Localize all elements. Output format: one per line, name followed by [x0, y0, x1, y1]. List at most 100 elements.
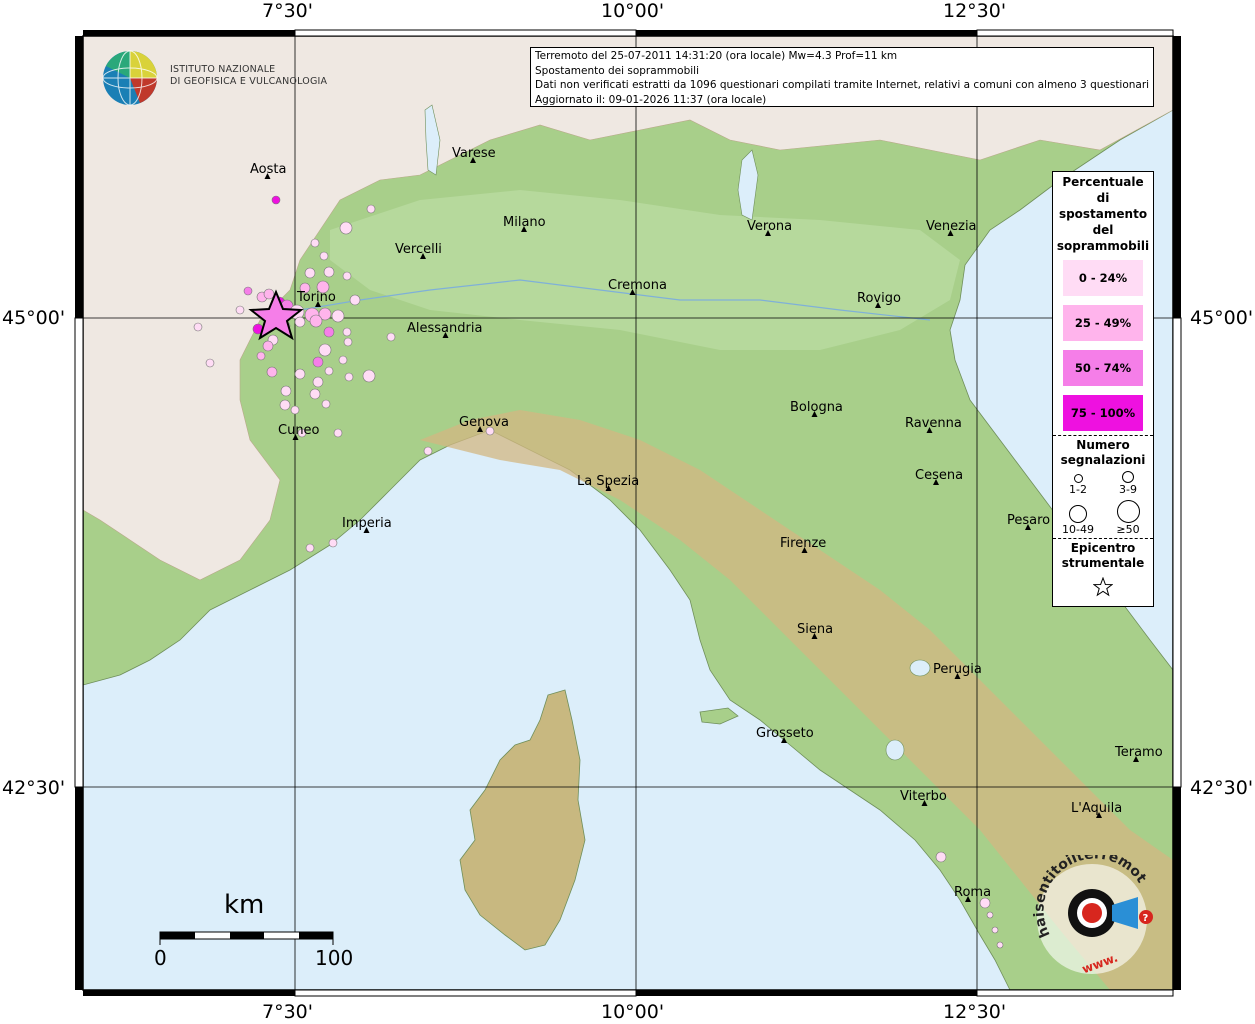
grid-label-right-1: 45°00' [1190, 307, 1254, 329]
city-label-rovigo: Rovigo [857, 291, 901, 306]
size-circle-xlarge [1116, 500, 1140, 523]
report-point [324, 366, 334, 376]
city-label-roma: Roma [954, 885, 992, 900]
lake-trasimeno [909, 659, 931, 677]
lake-bolsena [885, 739, 905, 761]
report-point [321, 399, 331, 409]
legend-epicenter-title-line: strumentale [1061, 556, 1145, 570]
legend-title-line: soprammobili [1056, 239, 1150, 253]
report-point [309, 314, 323, 328]
report-point [235, 305, 245, 315]
city-label-l-aquila: L'Aquila [1071, 801, 1123, 816]
size-circle-large [1069, 505, 1087, 523]
city-label-siena: Siena [797, 622, 834, 637]
city-label-varese: Varese [452, 146, 496, 161]
legend-title-line: del [1092, 223, 1114, 237]
legend-title-line: di [1096, 191, 1110, 205]
report-point [310, 238, 320, 248]
report-point [386, 332, 396, 342]
scale-bar-title: km [224, 890, 265, 920]
city-label-firenze: Firenze [780, 536, 827, 551]
report-point [290, 405, 300, 415]
grid-label-right-2: 42°30' [1190, 777, 1254, 799]
size-label: 1-2 [1069, 483, 1087, 496]
legend-class-label: 0 - 24% [1078, 271, 1128, 285]
report-point [349, 294, 361, 306]
scale-bar-min: 0 [154, 946, 167, 970]
city-label-bologna: Bologna [790, 400, 843, 415]
city-label-alessandria: Alessandria [407, 321, 483, 336]
grid-label-bottom-2: 10°00' [601, 1001, 665, 1023]
legend-epicenter-title: Epicentro strumentale [1053, 541, 1153, 571]
report-point [304, 267, 316, 279]
legend-panel: Percentuale di spostamento del soprammob… [1052, 171, 1154, 607]
legend-class-label: 25 - 49% [1074, 316, 1132, 330]
legend-count-title-line: Numero [1076, 438, 1130, 452]
city-label-aosta: Aosta [250, 162, 287, 177]
report-point [294, 368, 306, 380]
legend-title-line: Percentuale [1062, 175, 1144, 189]
report-point [312, 356, 324, 368]
report-point [312, 376, 324, 388]
size-circle-small [1073, 474, 1083, 483]
report-point [333, 428, 343, 438]
report-point [205, 358, 215, 368]
legend-class-2: 50 - 74% [1063, 350, 1143, 386]
grid-label-bottom-1: 7°30' [262, 1001, 313, 1023]
report-point [986, 911, 994, 919]
report-point [256, 351, 266, 361]
ingv-name-line2: DI GEOFISICA E VULCANOLOGIA [170, 76, 328, 87]
report-point [328, 538, 338, 548]
report-point [366, 204, 376, 214]
legend-star-icon [1053, 576, 1153, 601]
report-point [342, 327, 352, 337]
report-point [423, 446, 433, 456]
report-point [319, 251, 329, 261]
size-label: ≥50 [1116, 523, 1140, 536]
legend-class-label: 75 - 100% [1070, 406, 1136, 420]
report-point [323, 326, 335, 338]
city-label-venezia: Venezia [926, 219, 977, 234]
event-line: Terremoto del 25-07-2011 14:31:20 (ora l… [535, 50, 898, 62]
report-point [305, 543, 315, 553]
report-point [280, 385, 292, 397]
report-point [344, 372, 354, 382]
city-label-grosseto: Grosseto [756, 726, 814, 741]
report-point [342, 271, 352, 281]
updated-line: Aggiornato il: 09-01-2026 11:37 (ora loc… [535, 93, 767, 106]
city-label-verona: Verona [747, 219, 793, 234]
report-point [243, 286, 253, 296]
grid-label-left-1: 45°00' [2, 307, 66, 329]
report-point [309, 388, 321, 400]
size-circle-medium [1122, 471, 1134, 483]
legend-title: Percentuale di spostamento del soprammob… [1053, 174, 1153, 254]
report-point [996, 941, 1004, 949]
size-label: 3-9 [1119, 483, 1137, 496]
scale-bar-max: 100 [315, 946, 354, 970]
report-point [935, 851, 947, 863]
report-point [991, 926, 999, 934]
city-label-teramo: Teramo [1115, 745, 1163, 760]
report-point [271, 195, 281, 205]
svg-text:?: ? [1143, 913, 1149, 924]
legend-class-3: 75 - 100% [1063, 395, 1143, 431]
haisentito-logo: haisentitoilterremoto.it www. ? [1025, 843, 1170, 989]
report-point [266, 366, 278, 378]
parameter-line: Spostamento dei soprammobili [535, 64, 699, 77]
ingv-name-line1: ISTITUTO NAZIONALE [170, 64, 276, 75]
legend-size-row-1: 1-2 3-9 [1053, 471, 1153, 496]
legend-title-line: spostamento [1058, 207, 1148, 221]
report-point [338, 355, 348, 365]
legend-class-0: 0 - 24% [1063, 260, 1143, 296]
report-point [193, 322, 203, 332]
grid-label-top-1: 7°30' [262, 0, 313, 22]
legend-count-title: Numero segnalazioni [1053, 438, 1153, 468]
report-point [331, 309, 345, 323]
report-point [279, 399, 291, 411]
size-label: 10-49 [1062, 523, 1094, 536]
legend-class-1: 25 - 49% [1063, 305, 1143, 341]
report-point [263, 288, 275, 300]
report-point [343, 337, 353, 347]
city-label-ravenna: Ravenna [905, 416, 962, 431]
city-label-cesena: Cesena [915, 468, 964, 483]
